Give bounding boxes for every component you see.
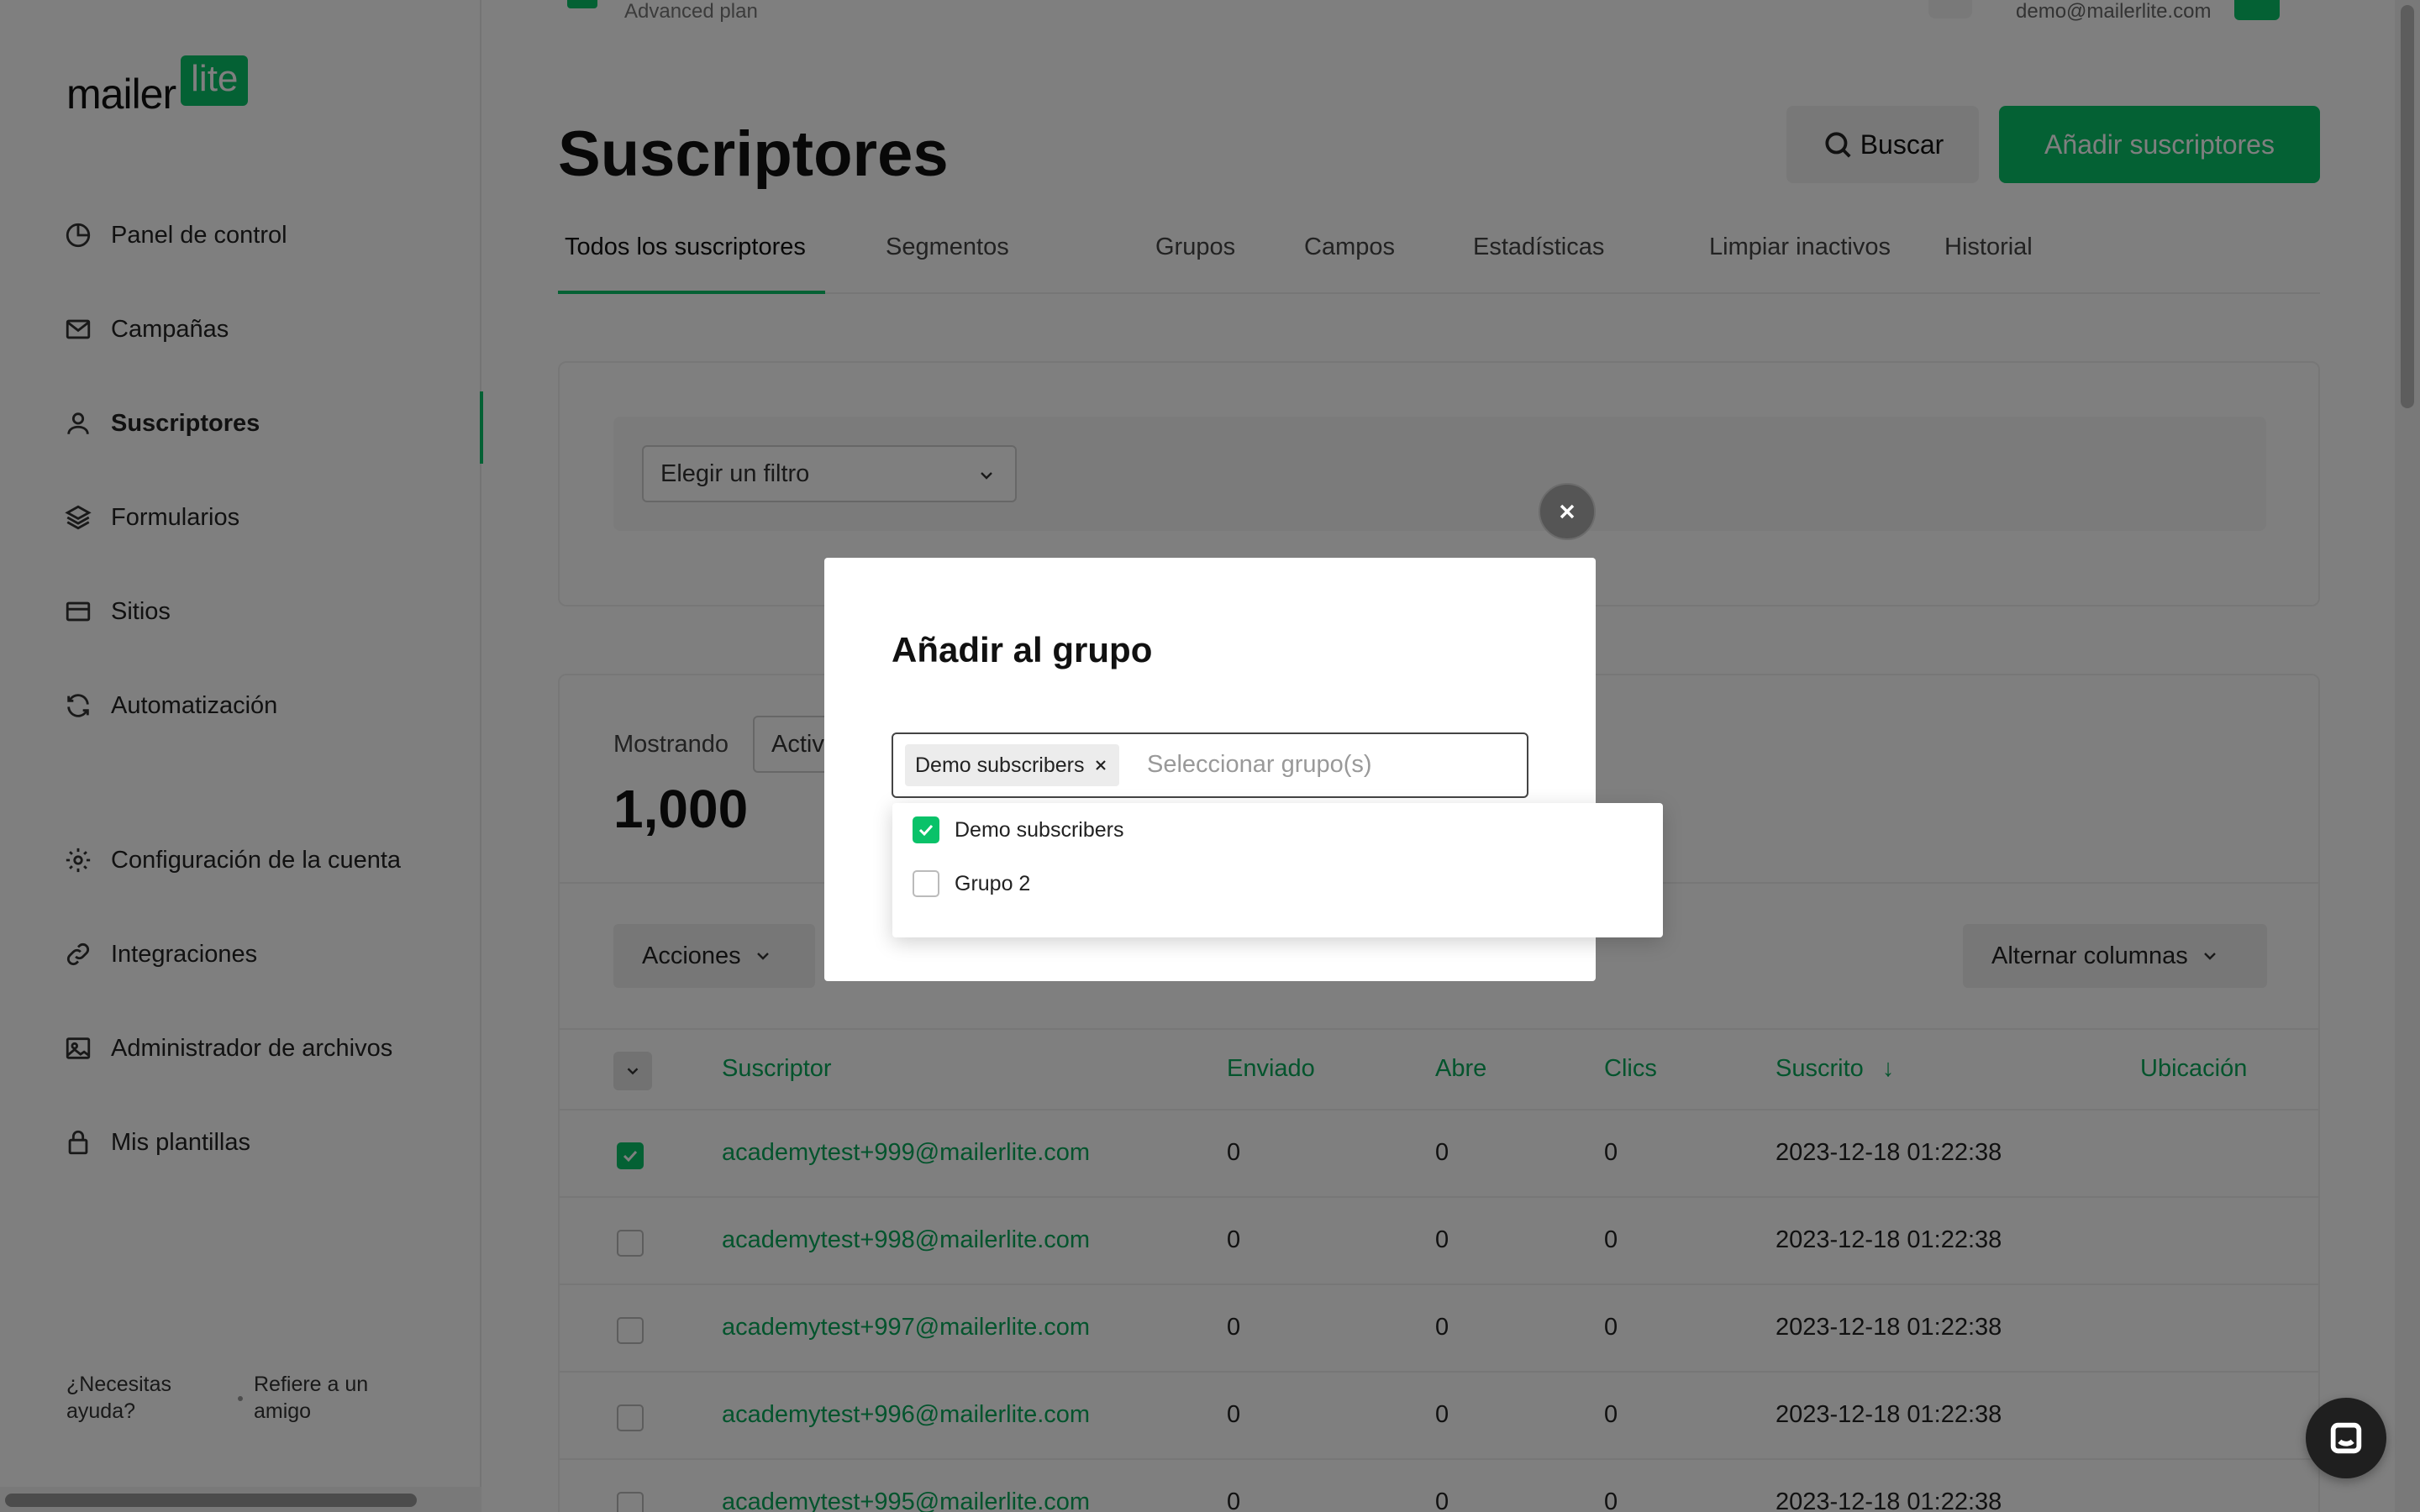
group-option-demo-subscribers[interactable]: Demo subscribers — [913, 811, 1123, 848]
option-label: Demo subscribers — [955, 817, 1124, 842]
check-icon — [918, 824, 934, 837]
option-checkbox[interactable] — [913, 870, 939, 897]
option-checkbox[interactable] — [913, 816, 939, 843]
modal-title: Añadir al grupo — [892, 630, 1153, 669]
option-label: Grupo 2 — [955, 871, 1031, 895]
chat-icon — [2330, 1422, 2362, 1454]
group-options-dropdown: Demo subscribers Grupo 2 — [892, 803, 1663, 937]
close-icon — [1560, 504, 1575, 519]
modal-close-button[interactable] — [1539, 483, 1596, 540]
selected-group-chip: Demo subscribers — [905, 744, 1120, 786]
remove-chip-icon[interactable] — [1092, 757, 1109, 774]
app: mailer lite Panel de control Campañas Su… — [0, 0, 2420, 1512]
group-search-placeholder[interactable]: Seleccionar grupo(s) — [1147, 751, 1372, 779]
chat-support-button[interactable] — [2306, 1398, 2386, 1478]
group-option-grupo-2[interactable]: Grupo 2 — [913, 865, 1030, 902]
chip-label: Demo subscribers — [915, 753, 1085, 777]
group-select-input[interactable]: Demo subscribers Seleccionar grupo(s) — [892, 732, 1528, 798]
